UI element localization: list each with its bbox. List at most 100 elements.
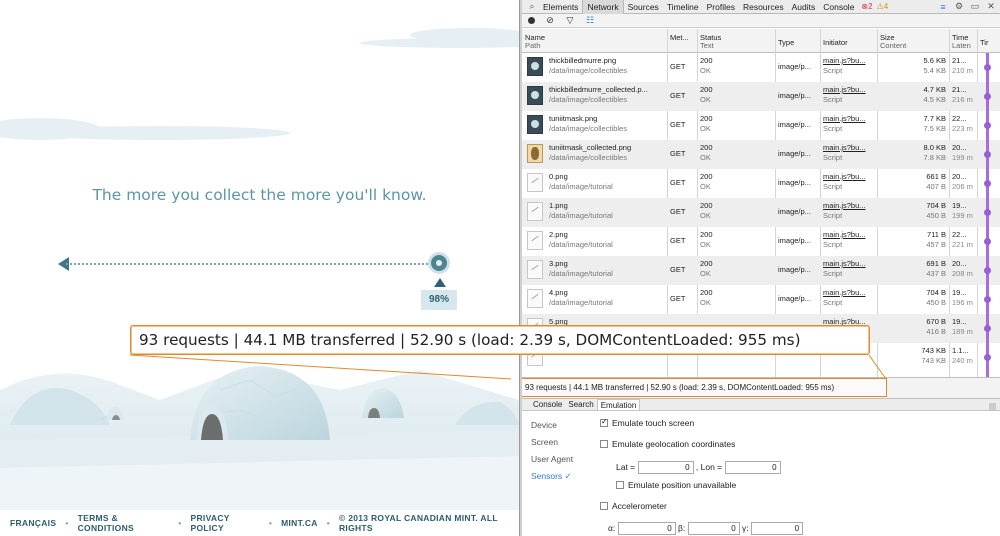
drawer-tab-bar: Console Search Emulation (522, 399, 1000, 411)
drawer-tab-console[interactable]: Console (530, 399, 565, 410)
drawer-toggle-icon[interactable]: ≡ (936, 0, 950, 14)
emu-nav-sensors[interactable]: Sensors ✓ (531, 471, 591, 488)
touch-screen-option[interactable]: Emulate touch screen (600, 417, 694, 428)
network-request-row[interactable]: 0.png/data/image/tutorial GET 200 OK image/p… (522, 169, 1000, 198)
lat-input[interactable]: 0 (637, 461, 694, 474)
network-request-row[interactable]: tuniitmask_collected.png/data/image/coll… (522, 140, 1000, 169)
record-icon[interactable] (528, 17, 535, 24)
inspect-search-icon[interactable]: ⌕ (525, 0, 539, 14)
emu-nav-screen[interactable]: Screen (531, 437, 591, 454)
status-code: 200 (700, 201, 713, 210)
waterfall-marker (984, 354, 991, 361)
initiator-type: Script (823, 124, 843, 133)
progress-handle[interactable] (428, 252, 450, 274)
footer-link-francais[interactable]: FRANÇAIS (10, 518, 56, 528)
network-request-row[interactable]: 1.png/data/image/tutorial GET 200 OK image/p… (522, 198, 1000, 227)
col-timeline-header[interactable]: Tir (980, 39, 988, 47)
content-size: 457 B (926, 240, 946, 249)
clear-icon[interactable]: ⊘ (545, 15, 555, 26)
drawer-tab-search[interactable]: Search (565, 399, 596, 410)
request-name[interactable]: 2.png (549, 230, 689, 240)
col-initiator-header[interactable]: Initiator (823, 39, 848, 47)
request-type: image/p... (778, 120, 811, 129)
status-text: OK (700, 124, 711, 133)
position-unavailable-checkbox[interactable] (616, 480, 624, 489)
tab-resources[interactable]: Resources (739, 0, 788, 14)
request-name[interactable]: tuniitmask_collected.png (549, 143, 689, 153)
col-method-header[interactable]: Met... (670, 34, 689, 42)
request-name[interactable]: tuniitmask.png (549, 114, 689, 124)
emu-nav-device[interactable]: Device (531, 420, 591, 437)
request-path: /data/image/tutorial (549, 298, 613, 307)
position-unavailable-option[interactable]: Emulate position unavailable (616, 480, 736, 490)
accelerometer-option[interactable]: Accelerometer (600, 501, 667, 511)
gamma-input[interactable]: 0 (751, 522, 804, 535)
initiator-link[interactable]: main.js?bu... (823, 201, 866, 211)
col-type-header[interactable]: Type (778, 39, 794, 47)
accelerometer-checkbox[interactable] (600, 501, 608, 510)
tab-profiles[interactable]: Profiles (703, 0, 739, 14)
tab-sources[interactable]: Sources (624, 0, 663, 14)
network-request-row[interactable]: 4.png/data/image/tutorial GET 200 OK image/p… (522, 285, 1000, 314)
collection-progress-slider[interactable]: 98% (58, 252, 458, 314)
initiator-link[interactable]: main.js?bu... (823, 85, 866, 95)
drawer-tab-emulation[interactable]: Emulation (596, 399, 641, 410)
request-latency: 189 m (952, 327, 973, 336)
initiator-link[interactable]: main.js?bu... (823, 172, 866, 182)
filter-icon[interactable]: ▽ (565, 15, 575, 26)
drawer-close-icon[interactable] (989, 403, 996, 410)
alpha-input[interactable]: 0 (617, 522, 676, 535)
footer-link-mint[interactable]: MINT.CA (281, 518, 318, 528)
network-request-row[interactable]: thickbilledmurre_collected.p.../data/ima… (522, 82, 1000, 111)
close-icon[interactable]: ✕ (984, 0, 998, 14)
error-count-badge[interactable]: ⊗2 (861, 2, 872, 11)
network-request-row[interactable]: tuniitmask.png/data/image/collectibles GE… (522, 111, 1000, 140)
tab-audits[interactable]: Audits (788, 0, 820, 14)
warning-count-badge[interactable]: ⚠4 (877, 2, 889, 11)
emulation-nav: Device Screen User Agent Sensors ✓ (531, 420, 591, 488)
dock-icon[interactable]: ▭ (968, 0, 982, 14)
tab-network[interactable]: Network (582, 0, 624, 14)
col-time-header[interactable]: Time Laten (952, 34, 971, 50)
footer-link-terms[interactable]: TERMS & CONDITIONS (78, 513, 170, 533)
request-name[interactable]: 1.png (549, 201, 689, 211)
initiator-link[interactable]: main.js?bu... (823, 259, 866, 269)
emu-nav-user-agent[interactable]: User Agent (531, 454, 591, 471)
initiator-link[interactable]: main.js?bu... (823, 143, 866, 153)
network-request-row[interactable]: 3.png/data/image/tutorial GET 200 OK image/p… (522, 256, 1000, 285)
initiator-link[interactable]: main.js?bu... (823, 114, 866, 124)
tab-timeline[interactable]: Timeline (663, 0, 703, 14)
request-name[interactable]: 0.png (549, 172, 689, 182)
initiator-type: Script (823, 153, 843, 162)
network-request-row[interactable]: 2.png/data/image/tutorial GET 200 OK image/p… (522, 227, 1000, 256)
lon-input[interactable]: 0 (724, 461, 781, 474)
tab-console[interactable]: Console (819, 0, 858, 14)
devtools-tab-bar: ⌕ Elements Network Sources Timeline Prof… (522, 0, 1000, 14)
initiator-link[interactable]: main.js?bu... (823, 288, 866, 298)
footer-link-privacy[interactable]: PRIVACY POLICY (191, 513, 260, 533)
geolocation-checkbox[interactable] (600, 439, 608, 448)
status-text: OK (700, 153, 711, 162)
initiator-link[interactable]: main.js?bu... (823, 56, 866, 66)
request-name[interactable]: thickbilledmurre.png (549, 56, 689, 66)
touch-screen-checkbox[interactable] (600, 417, 608, 427)
request-name[interactable]: 3.png (549, 259, 689, 269)
col-name-header[interactable]: Name Path (525, 34, 545, 50)
request-name[interactable]: 4.png (549, 288, 689, 298)
request-method: GET (670, 265, 686, 274)
geolocation-option[interactable]: Emulate geolocation coordinates (600, 439, 735, 449)
request-method: GET (670, 294, 686, 303)
waterfall-marker (984, 238, 991, 245)
network-request-row[interactable]: thickbilledmurre.png/data/image/collecti… (522, 53, 1000, 82)
beta-input[interactable]: 0 (687, 522, 740, 535)
request-name-cell: 4.png/data/image/tutorial (549, 288, 689, 308)
request-name[interactable]: thickbilledmurre_collected.p... (549, 85, 689, 95)
initiator-link[interactable]: main.js?bu... (823, 230, 866, 240)
tab-elements[interactable]: Elements (539, 0, 582, 14)
file-thumbnail-icon (527, 86, 543, 105)
gear-icon[interactable]: ⚙ (952, 0, 966, 14)
col-size-header[interactable]: Size Content (880, 34, 906, 50)
view-toggle-icon[interactable]: ☷ (585, 15, 595, 26)
waterfall-timeline (977, 53, 1000, 383)
col-status-header[interactable]: Status Text (700, 34, 721, 50)
